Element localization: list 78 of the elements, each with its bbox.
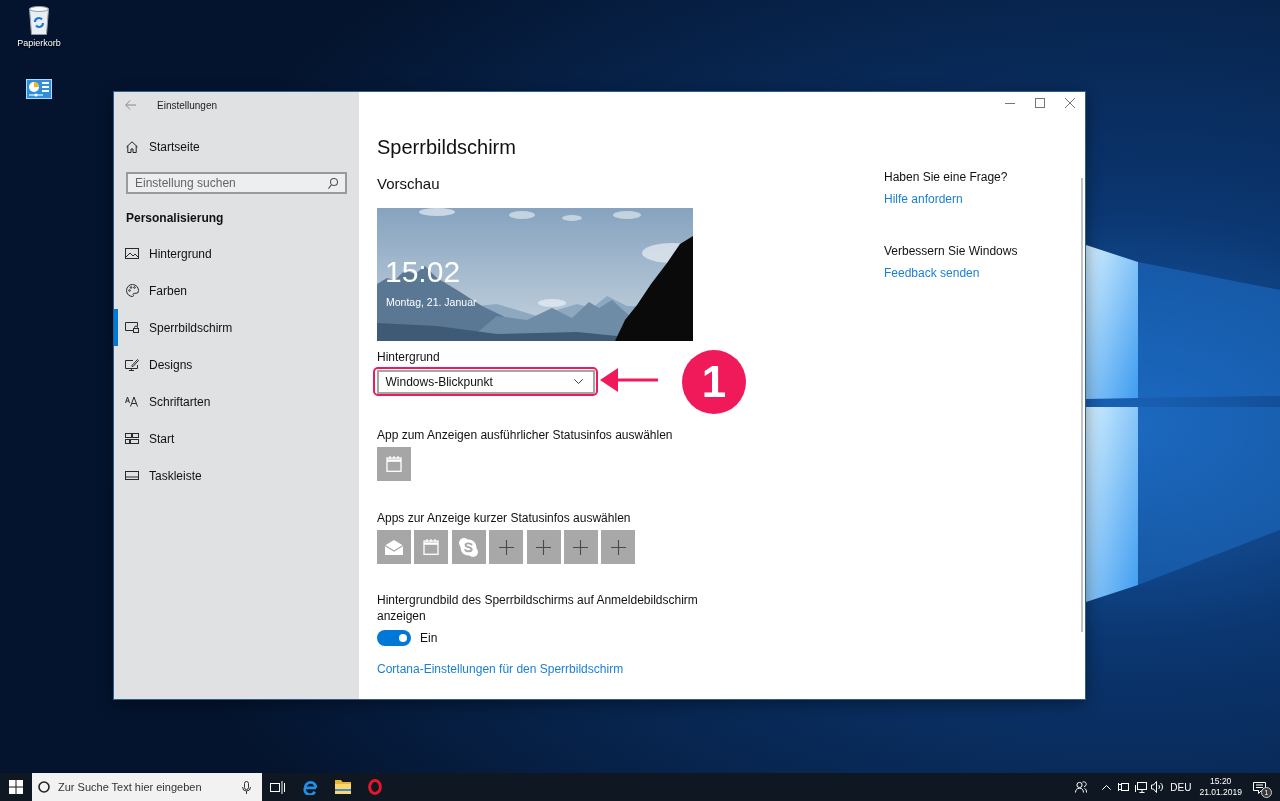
plus-icon — [498, 539, 514, 555]
calendar-icon — [386, 456, 402, 472]
app-tile[interactable] — [414, 530, 449, 564]
microphone-icon[interactable] — [242, 780, 251, 794]
background-dropdown[interactable]: Windows-Blickpunkt — [376, 369, 595, 394]
help-link[interactable]: Feedback senden — [884, 265, 980, 281]
step-number-badge: 1 — [682, 350, 746, 414]
setting-label: Hintergrund — [377, 349, 440, 365]
sidebar-item[interactable]: Hintergrund — [114, 235, 359, 272]
recycle-bin-icon — [27, 5, 51, 35]
window-title: Einstellungen — [157, 99, 218, 111]
speaker-icon[interactable] — [1151, 781, 1164, 793]
app-tile[interactable] — [377, 530, 411, 564]
chevron-down-icon — [573, 379, 583, 384]
sidebar-item[interactable]: Farben — [114, 272, 359, 309]
picture-icon — [125, 248, 139, 259]
toggle-switch[interactable] — [377, 630, 411, 646]
sidebar-item[interactable]: Start — [114, 420, 359, 457]
settings-link[interactable]: Cortana-Einstellungen für den Sperrbildschirm — [377, 661, 624, 677]
setting-label: Apps zur Anzeige kurzer Statusinfos auswählen — [377, 510, 631, 526]
plus-icon — [610, 539, 626, 555]
section-heading: Vorschau — [377, 174, 440, 194]
font-size-icon — [125, 396, 139, 407]
notification-icon[interactable] — [1253, 782, 1266, 794]
app-tile[interactable] — [377, 447, 411, 481]
help-heading: Haben Sie eine Frage? — [884, 169, 1008, 185]
plug-icon[interactable] — [1118, 782, 1130, 792]
maximize-icon[interactable] — [1035, 98, 1045, 108]
plus-icon — [536, 539, 552, 555]
app-tile[interactable] — [563, 530, 598, 564]
monitor-icon[interactable] — [1135, 781, 1148, 793]
sidebar-item[interactable]: Taskleiste — [114, 457, 359, 494]
stacked-windows-icon[interactable] — [270, 780, 285, 794]
app-tile[interactable] — [601, 530, 636, 564]
home-icon — [126, 141, 138, 153]
callout-arrow — [600, 368, 658, 392]
s-chat-icon — [459, 537, 479, 557]
folder-icon[interactable] — [335, 780, 351, 794]
search-icon — [328, 177, 338, 189]
clock-time[interactable]: 15:20 — [1210, 776, 1232, 787]
settings-search-bar[interactable]: Einstellung suchen — [126, 172, 347, 194]
lock-screen-icon — [125, 322, 139, 333]
app-tile[interactable] — [451, 530, 486, 564]
page-title: Sperrbildschirm — [377, 135, 516, 160]
language-indicator[interactable]: DEU — [1170, 781, 1192, 793]
taskbar-icon — [125, 471, 139, 480]
close-icon[interactable] — [1065, 98, 1075, 108]
palette-icon — [125, 284, 139, 297]
scrollbar[interactable] — [1081, 178, 1083, 632]
person-icon[interactable] — [1075, 781, 1088, 793]
chart-panel-icon[interactable] — [26, 79, 52, 99]
clock-date[interactable]: 21.01.2019 — [1199, 787, 1242, 798]
section-heading: Personalisierung — [126, 210, 225, 226]
envelope-icon — [385, 539, 403, 555]
help-heading: Verbessern Sie Windows — [884, 243, 1018, 259]
chevron-up-icon[interactable] — [1102, 784, 1112, 790]
sidebar-item[interactable]: Designs — [114, 346, 359, 383]
app-tile[interactable] — [489, 530, 524, 564]
app-tile[interactable] — [526, 530, 561, 564]
monitor-pencil-icon — [125, 358, 139, 371]
plus-icon — [573, 539, 589, 555]
setting-label: Hintergrundbild des Sperrbildschirms auf Anmeldebildschirm anzeigen — [377, 592, 699, 624]
sidebar-item[interactable]: Schriftarten — [114, 383, 359, 420]
toggle-state-label: Ein — [420, 630, 438, 646]
lock-screen-date: Montag, 21. Januar — [386, 296, 477, 309]
search-input[interactable]: Einstellung suchen — [135, 176, 328, 190]
setting-label: App zum Anzeigen ausführlicher Statusinfos auswählen — [377, 427, 673, 443]
search-input[interactable]: Zur Suche Text hier eingeben — [58, 781, 242, 793]
tiles-icon — [125, 433, 139, 444]
help-link[interactable]: Hilfe anfordern — [884, 191, 963, 207]
window-panes-icon[interactable] — [9, 780, 23, 794]
taskbar-search-bar[interactable]: Zur Suche Text hier eingeben — [32, 773, 262, 801]
home-nav-item[interactable]: Startseite — [114, 138, 359, 156]
letter-e-icon[interactable] — [302, 779, 318, 795]
ring-logo-icon[interactable] — [368, 779, 382, 795]
desktop-shortcut[interactable]: Papierkorb — [12, 5, 66, 49]
ring-icon — [38, 781, 50, 793]
calendar-icon — [423, 539, 440, 555]
